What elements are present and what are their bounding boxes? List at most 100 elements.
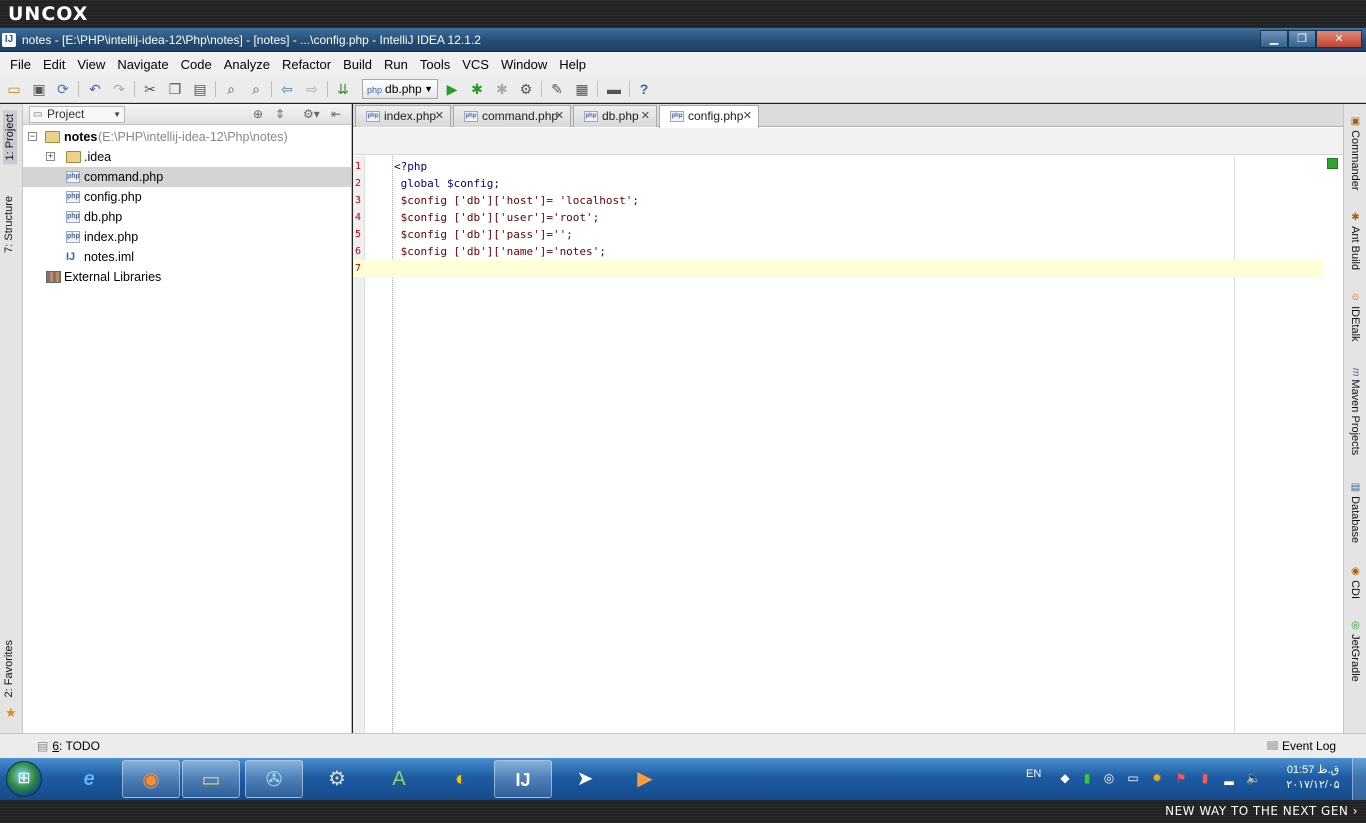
analysis-ok-marker[interactable] [1327,158,1338,169]
collapse-node-icon[interactable]: − [28,132,37,141]
browser-icon[interactable]: ◐ [432,760,490,798]
tab-idetalk[interactable]: ☺ IDEtalk [1349,292,1361,342]
close-tab-icon[interactable]: ✕ [555,106,564,126]
menu-code[interactable]: Code [175,57,218,72]
close-tab-icon[interactable]: ✕ [435,106,444,126]
find-icon[interactable]: ⌕ [222,80,240,98]
monitor-tray-icon[interactable]: ▭ [1126,771,1140,785]
tree-node-notes[interactable]: − notes (E:\PHP\intellij-idea-12\Php\not… [23,127,351,147]
code-area[interactable]: 1 <?php 2 global $config; 3 $config ['db'… [353,156,1343,733]
app-tray-icon[interactable]: ✹ [1150,771,1164,785]
show-desktop-button[interactable] [1352,758,1366,800]
minimize-button[interactable]: ▁ [1260,30,1288,48]
undo-icon[interactable]: ↶ [86,80,104,98]
tree-node-config-php[interactable]: php config.php [23,187,351,207]
open-icon[interactable]: ▭ [5,80,23,98]
redo-icon[interactable]: ↷ [110,80,128,98]
signal-tray-icon[interactable]: ▂ [1222,771,1236,785]
replace-icon[interactable]: ⌕ [247,80,265,98]
back-icon[interactable]: ⇦ [278,80,296,98]
menu-run[interactable]: Run [378,57,414,72]
help-icon[interactable]: ? [635,80,653,98]
menu-tools[interactable]: Tools [414,57,456,72]
tab-project-tool[interactable]: 1: Project [3,110,17,165]
close-tab-icon[interactable]: ✕ [641,106,650,126]
hide-icon[interactable]: ⇤ [331,107,341,121]
tree-node-notes-iml[interactable]: IJ notes.iml [23,247,351,267]
menu-refactor[interactable]: Refactor [276,57,337,72]
forward-icon[interactable]: ⇨ [303,80,321,98]
profile-icon[interactable]: ⚙ [517,80,535,98]
window-titlebar[interactable]: IJ notes - [E:\PHP\intellij-idea-12\Php\… [0,28,1366,52]
collapse-icon[interactable]: ⇕ [275,107,285,121]
tab-cdi[interactable]: ◉ CDI [1349,566,1361,599]
sync-icon[interactable]: ⟳ [54,80,72,98]
menu-help[interactable]: Help [553,57,592,72]
cut-icon[interactable]: ✂ [141,80,159,98]
menu-build[interactable]: Build [337,57,378,72]
tree-node-external-libraries[interactable]: External Libraries [23,267,351,287]
tab-database[interactable]: ▤ Database [1349,482,1361,543]
tab-command-php[interactable]: php command.php ✕ [453,105,571,127]
close-button[interactable]: ✕ [1316,30,1362,48]
code-text: $config ['db']['pass']=''; [394,228,573,241]
tab-index-php[interactable]: php index.php ✕ [355,105,451,127]
utility-icon[interactable]: ⚙ [308,760,366,798]
gear-icon[interactable]: ⚙▾ [303,107,320,121]
menu-edit[interactable]: Edit [37,57,71,72]
tab-favorites-tool[interactable]: 2: Favorites [3,640,15,697]
todo-tool-button[interactable]: ▤ 6: TODO [37,739,100,753]
menu-navigate[interactable]: Navigate [111,57,174,72]
event-log-button[interactable]: Event Log [1267,739,1336,753]
language-indicator[interactable]: EN [1026,768,1041,780]
project-view-select[interactable]: ▭ Project ▼ [29,106,125,123]
android-studio-icon[interactable]: A [370,760,428,798]
tab-structure-tool[interactable]: 7: Structure [3,196,15,253]
expand-node-icon[interactable]: + [46,152,55,161]
locate-icon[interactable]: ⊕ [253,107,263,121]
menu-file[interactable]: File [4,57,37,72]
tree-node-index-php[interactable]: php index.php [23,227,351,247]
intellij-icon[interactable]: IJ [494,760,552,798]
run-icon[interactable]: ▶ [443,80,461,98]
tab-config-php[interactable]: php config.php ✕ [659,105,759,128]
structure-icon[interactable]: ▦ [573,80,591,98]
paste-icon[interactable]: ▤ [191,80,209,98]
menu-analyze[interactable]: Analyze [218,57,276,72]
tree-node-idea[interactable]: + .idea [23,147,351,167]
tab-maven-projects[interactable]: m Maven Projects [1349,368,1361,455]
tab-commander[interactable]: ▣ Commander [1349,116,1361,191]
settings-icon[interactable]: ✎ [548,80,566,98]
tab-jetgradle[interactable]: ◎ JetGradle [1349,620,1361,682]
explorer-icon[interactable]: ▭ [182,760,240,798]
close-tab-icon[interactable]: ✕ [743,106,752,126]
copy-icon[interactable]: ❐ [166,80,184,98]
network-tray-icon[interactable]: ◆ [1058,771,1072,785]
run-config-select[interactable]: php db.php ▼ [362,79,438,99]
tab-ant-build[interactable]: ✱ Ant Build [1349,212,1361,270]
tree-node-command-php[interactable]: php command.php [23,167,351,187]
volume-icon[interactable]: 🔈 [1246,771,1261,785]
tree-node-db-php[interactable]: php db.php [23,207,351,227]
start-button[interactable]: ⊞ [6,761,42,797]
menu-vcs[interactable]: VCS [456,57,495,72]
tab-db-php[interactable]: php db.php ✕ [573,105,657,127]
coverage-icon[interactable]: ✱ [493,80,511,98]
ie-icon[interactable]: e [60,760,118,798]
make-icon[interactable]: ⇊ [334,80,352,98]
video-player-icon[interactable]: ▶ [616,760,674,798]
disc-tray-icon[interactable]: ◎ [1102,771,1116,785]
sdk-icon[interactable]: ▬ [605,80,623,98]
power-tray-icon[interactable]: ▮ [1198,771,1212,785]
save-icon[interactable]: ▣ [30,80,48,98]
media-center-icon[interactable]: ✇ [245,760,303,798]
debug-icon[interactable]: ✱ [468,80,486,98]
maximize-button[interactable]: ❐ [1288,30,1316,48]
menu-view[interactable]: View [71,57,111,72]
firefox-icon[interactable]: ◉ [122,760,180,798]
clock[interactable]: 01:57 ق.ظ ۲۰۱۷/۱۲/۰۵ [1278,763,1348,793]
menu-window[interactable]: Window [495,57,553,72]
telegram-icon[interactable]: ➤ [556,760,614,798]
shield-tray-icon[interactable]: ▮ [1080,771,1094,785]
flag-tray-icon[interactable]: ⚑ [1174,771,1188,785]
